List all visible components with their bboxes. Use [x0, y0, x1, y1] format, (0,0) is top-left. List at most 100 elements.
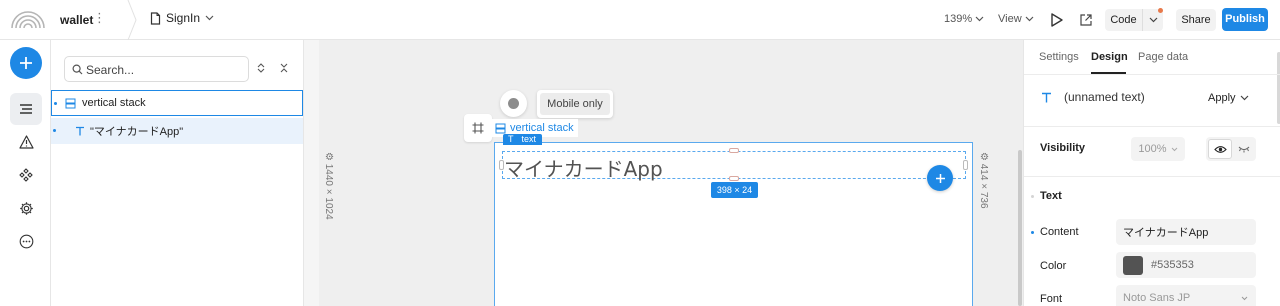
divider — [1024, 126, 1280, 127]
page-selector[interactable]: SignIn — [150, 11, 214, 25]
project-more-icon[interactable]: ⋮ — [93, 10, 106, 26]
color-field[interactable]: #535353 — [1116, 252, 1256, 278]
canvas-text[interactable]: マイナカードApp — [504, 153, 663, 182]
visible-eye-icon[interactable] — [1208, 139, 1232, 159]
content-field[interactable]: マイナカードApp — [1116, 219, 1256, 245]
apply-label: Apply — [1208, 92, 1236, 104]
view-menu[interactable]: View — [998, 13, 1034, 25]
search-input[interactable] — [86, 61, 244, 78]
properties-tabs: Settings Design Page data — [1024, 40, 1280, 74]
properties-panel: Settings Design Page data (unnamed text)… — [1023, 40, 1280, 306]
collapse-all-icon[interactable] — [280, 63, 288, 73]
frame-select-button[interactable] — [464, 114, 492, 142]
notification-dot — [1158, 8, 1163, 13]
text-tag-icon: T — [508, 134, 514, 144]
stack-icon — [495, 123, 506, 133]
insert-element-button[interactable] — [927, 165, 953, 191]
font-value: Noto Sans JP — [1123, 292, 1191, 304]
stack-icon — [65, 98, 76, 108]
rail-settings[interactable] — [10, 192, 42, 224]
warning-icon — [18, 135, 34, 149]
node-name[interactable]: (unnamed text) — [1064, 90, 1145, 104]
design-canvas[interactable]: Mobile only vertical stack ⚙ 1440 × 1024… — [304, 40, 1023, 306]
canvas-scrollbar[interactable] — [1018, 150, 1022, 306]
chevron-down-icon — [205, 15, 214, 21]
tree-bullet — [53, 129, 56, 132]
project-name[interactable]: wallet — [60, 13, 93, 27]
breakpoint-toggle[interactable] — [500, 90, 527, 117]
opacity-select[interactable]: 100% — [1131, 137, 1185, 161]
chevron-down-icon — [1240, 95, 1248, 101]
color-value: #535353 — [1151, 259, 1194, 271]
font-label: Font — [1040, 293, 1063, 305]
breakpoint-left-size: 1440 × 1024 — [323, 163, 334, 220]
rail-layers[interactable] — [10, 93, 42, 125]
color-label: Color — [1040, 260, 1067, 272]
breakpoint-dot-icon — [508, 98, 519, 109]
layer-item-vertical-stack[interactable]: vertical stack — [51, 90, 303, 116]
resize-handle-left[interactable] — [499, 160, 504, 170]
hidden-eye-icon[interactable] — [1234, 139, 1254, 159]
breakpoint-right-size: 414 × 736 — [978, 163, 989, 209]
gear-icon — [19, 201, 33, 215]
font-select[interactable]: Noto Sans JP — [1116, 285, 1256, 306]
logo-icon[interactable] — [10, 9, 46, 29]
chevron-down-icon — [1241, 296, 1248, 301]
more-circle-icon — [19, 234, 33, 248]
rail-warnings[interactable] — [10, 126, 42, 158]
publish-button[interactable]: Publish — [1222, 8, 1268, 31]
layers-panel: vertical stack "マイナカードApp" — [51, 40, 304, 306]
content-label: Content — [1040, 226, 1079, 238]
rail-components[interactable] — [10, 159, 42, 191]
visibility-toggle — [1206, 137, 1256, 161]
sort-icon[interactable] — [257, 63, 265, 73]
divider — [1024, 176, 1280, 177]
left-rail — [0, 40, 51, 306]
text-icon — [1042, 92, 1051, 102]
chevron-down-icon — [975, 16, 984, 22]
open-external-icon[interactable] — [1079, 13, 1093, 27]
tab-design[interactable]: Design — [1091, 51, 1128, 63]
resize-handle-bottom[interactable] — [729, 176, 739, 181]
tree-bullet — [54, 102, 57, 105]
mobile-only-chip[interactable]: Mobile only — [537, 90, 613, 118]
page-file-icon — [150, 11, 161, 25]
share-button[interactable]: Share — [1176, 9, 1216, 31]
zoom-level: 139% — [944, 13, 973, 25]
code-button[interactable]: Code — [1105, 9, 1163, 31]
text-section-title: Text — [1040, 190, 1062, 202]
color-swatch[interactable] — [1123, 255, 1143, 275]
preview-play-icon[interactable] — [1049, 12, 1065, 28]
tab-settings[interactable]: Settings — [1039, 51, 1079, 63]
frame-icon — [472, 122, 484, 134]
layer-item-text[interactable]: "マイナカードApp" — [51, 118, 303, 144]
view-label: View — [998, 13, 1022, 25]
divider — [1024, 74, 1280, 75]
top-bar: wallet ⋮ SignIn 139% View Code Share Pub… — [0, 0, 1280, 40]
gear-mini-icon: ⚙ — [978, 152, 989, 164]
resize-handle-top[interactable] — [729, 148, 739, 153]
mobile-size-indicator: ⚙ 414 × 736 — [977, 152, 991, 212]
desktop-size-indicator: ⚙ 1440 × 1024 — [322, 152, 336, 222]
mobile-only-label: Mobile only — [540, 93, 610, 115]
text-tag-label: text — [521, 134, 537, 144]
layer-label: "マイナカードApp" — [90, 126, 184, 138]
search-icon — [72, 64, 83, 75]
apply-menu[interactable]: Apply — [1208, 92, 1249, 104]
opacity-value: 100% — [1138, 143, 1167, 155]
code-label: Code — [1105, 9, 1143, 31]
gear-mini-icon: ⚙ — [323, 152, 334, 164]
text-icon — [76, 126, 84, 136]
visibility-label: Visibility — [1040, 142, 1086, 154]
layers-search[interactable] — [64, 56, 249, 82]
chevron-down-icon — [1171, 147, 1177, 151]
selected-element-tag[interactable]: T text — [503, 134, 543, 145]
zoom-selector[interactable]: 139% — [944, 13, 984, 25]
plus-icon — [935, 173, 945, 183]
plus-icon — [20, 57, 32, 69]
node-header: (unnamed text) — [1041, 90, 1145, 104]
tab-page-data[interactable]: Page data — [1138, 51, 1188, 63]
add-element-button[interactable] — [10, 47, 42, 79]
resize-handle-right[interactable] — [963, 160, 968, 170]
rail-more[interactable] — [10, 225, 42, 257]
